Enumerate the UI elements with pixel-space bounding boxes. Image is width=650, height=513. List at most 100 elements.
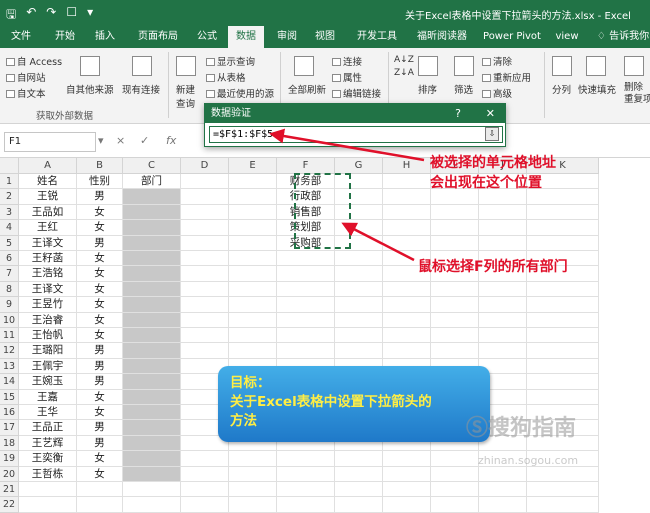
cell-b1[interactable]: 性别 [77, 174, 123, 190]
cell-j9[interactable] [479, 297, 527, 313]
row-header[interactable]: 15 [0, 389, 19, 405]
cell-i9[interactable] [431, 297, 479, 313]
cell-k22[interactable] [527, 497, 599, 513]
select-all-corner[interactable] [0, 158, 19, 174]
cell-a16[interactable]: 王华 [19, 405, 77, 421]
source-range-input[interactable] [209, 126, 503, 143]
cell-b4[interactable]: 女 [77, 220, 123, 236]
cell-a5[interactable]: 王译文 [19, 235, 77, 251]
column-header-g[interactable]: G [335, 158, 383, 174]
cell-j3[interactable] [479, 204, 527, 221]
cell-h12[interactable] [383, 343, 431, 359]
cell-e10[interactable] [229, 312, 277, 328]
cell-c8[interactable] [123, 281, 181, 298]
chevron-down-icon[interactable]: ▾ [98, 134, 104, 147]
cell-d9[interactable] [181, 297, 229, 313]
cell-e3[interactable] [229, 204, 277, 221]
cell-f10[interactable] [277, 312, 335, 328]
cell-b12[interactable]: 男 [77, 343, 123, 359]
cell-h4[interactable] [383, 220, 431, 236]
cell-h21[interactable] [383, 482, 431, 498]
cell-b3[interactable]: 女 [77, 204, 123, 221]
cell-c11[interactable] [123, 328, 181, 344]
customize-icon[interactable]: ▾ [87, 5, 93, 26]
connections-button[interactable]: 连接 [332, 54, 362, 68]
cell-j4[interactable] [479, 220, 527, 236]
cell-j8[interactable] [479, 281, 527, 298]
cell-a12[interactable]: 王璐阳 [19, 343, 77, 359]
cancel-icon[interactable]: × [116, 134, 125, 147]
sort-az-icon[interactable]: A↓Z Z↓A [394, 54, 414, 80]
cell-a17[interactable]: 王品正 [19, 420, 77, 436]
advanced-button[interactable]: 高级 [482, 86, 512, 100]
cell-j11[interactable] [479, 328, 527, 344]
close-button[interactable]: ✕ [486, 104, 495, 123]
cell-j10[interactable] [479, 312, 527, 328]
cell-c7[interactable] [123, 266, 181, 282]
touch-icon[interactable]: ☐ [66, 5, 77, 26]
row-header[interactable]: 4 [0, 220, 19, 236]
cell-c10[interactable] [123, 312, 181, 328]
cell-b9[interactable]: 女 [77, 297, 123, 313]
cell-k13[interactable] [527, 358, 599, 375]
cell-k8[interactable] [527, 281, 599, 298]
cell-c20[interactable] [123, 466, 181, 482]
cell-c17[interactable] [123, 420, 181, 436]
cell-b16[interactable]: 女 [77, 405, 123, 421]
cell-d1[interactable] [181, 174, 229, 190]
row-header[interactable]: 5 [0, 235, 19, 251]
row-header[interactable]: 13 [0, 358, 19, 375]
cell-d19[interactable] [181, 451, 229, 467]
cell-e8[interactable] [229, 281, 277, 298]
cell-k15[interactable] [527, 389, 599, 405]
cell-b2[interactable]: 男 [77, 189, 123, 205]
cell-c21[interactable] [123, 482, 181, 498]
row-header[interactable]: 18 [0, 435, 19, 452]
row-header[interactable]: 1 [0, 174, 19, 190]
cell-c12[interactable] [123, 343, 181, 359]
cell-g20[interactable] [335, 466, 383, 482]
cell-d7[interactable] [181, 266, 229, 282]
cell-k4[interactable] [527, 220, 599, 236]
properties-button[interactable]: 属性 [332, 70, 362, 84]
expand-dialog-icon[interactable]: ⇩ [485, 127, 499, 141]
cell-b11[interactable]: 女 [77, 328, 123, 344]
cell-g8[interactable] [335, 281, 383, 298]
text-to-columns-button[interactable]: 分列 [552, 82, 571, 96]
tab-page-layout[interactable]: 页面布局 [131, 26, 185, 48]
cell-e19[interactable] [229, 451, 277, 467]
cell-c9[interactable] [123, 297, 181, 313]
refresh-all-button[interactable]: 全部刷新 [288, 82, 326, 96]
row-header[interactable]: 3 [0, 204, 19, 221]
cell-e6[interactable] [229, 251, 277, 267]
cell-f19[interactable] [277, 451, 335, 467]
cell-c5[interactable] [123, 235, 181, 251]
cell-g21[interactable] [335, 482, 383, 498]
cell-b10[interactable]: 女 [77, 312, 123, 328]
cell-h2[interactable] [383, 189, 431, 205]
column-header-b[interactable]: B [77, 158, 123, 174]
cell-k12[interactable] [527, 343, 599, 359]
cell-d6[interactable] [181, 251, 229, 267]
cell-a22[interactable] [19, 497, 77, 513]
cell-f12[interactable] [277, 343, 335, 359]
cell-e2[interactable] [229, 189, 277, 205]
cell-d8[interactable] [181, 281, 229, 298]
cell-g11[interactable] [335, 328, 383, 344]
cell-h22[interactable] [383, 497, 431, 513]
cell-j22[interactable] [479, 497, 527, 513]
reapply-button[interactable]: 重新应用 [482, 70, 531, 84]
cell-h3[interactable] [383, 204, 431, 221]
cell-b21[interactable] [77, 482, 123, 498]
cell-a15[interactable]: 王嘉 [19, 389, 77, 405]
row-header[interactable]: 10 [0, 312, 19, 328]
cell-a14[interactable]: 王婉玉 [19, 374, 77, 390]
from-text-button[interactable]: 自文本 [6, 86, 46, 100]
cell-c2[interactable] [123, 189, 181, 205]
cell-e22[interactable] [229, 497, 277, 513]
redo-icon[interactable]: ↷ [46, 5, 56, 26]
cell-i4[interactable] [431, 220, 479, 236]
cell-a1[interactable]: 姓名 [19, 174, 77, 190]
tab-review[interactable]: 审阅 [270, 26, 304, 48]
cell-b7[interactable]: 女 [77, 266, 123, 282]
